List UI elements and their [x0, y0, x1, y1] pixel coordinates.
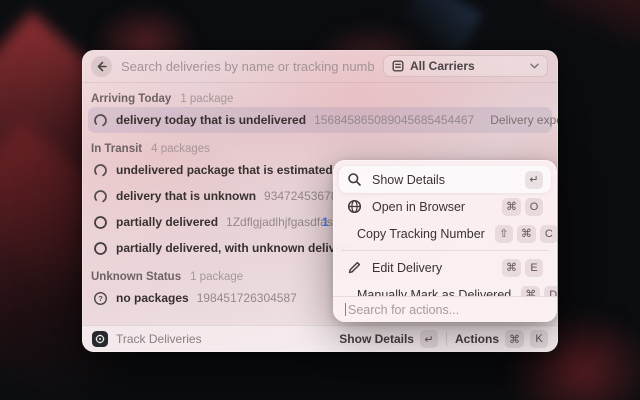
cmd-key-badge: ⌘	[502, 259, 521, 277]
delivery-status: Delivery expected today	[490, 113, 558, 127]
carrier-filter-dropdown[interactable]: All Carriers	[383, 55, 548, 77]
section-title: In Transit	[91, 143, 142, 155]
desktop: All Carriers Arriving Today 1 package de…	[0, 0, 640, 400]
arrow-left-icon	[96, 61, 107, 72]
section-header-arriving-today: Arriving Today 1 package	[88, 83, 552, 107]
tracking-number: 198451726304587	[197, 291, 297, 305]
delivery-title: no packages	[116, 291, 189, 305]
progress-circle-icon	[92, 163, 108, 178]
menu-separator	[341, 250, 549, 251]
search-header: All Carriers	[82, 50, 558, 83]
menu-item-label: Edit Delivery	[372, 261, 442, 275]
menu-item-label: Copy Tracking Number	[357, 227, 485, 241]
circle-icon	[92, 215, 108, 230]
actions-menu-button[interactable]: Actions ⌘ K	[455, 330, 548, 348]
delivery-title: delivery that is unknown	[116, 189, 256, 203]
section-count: 4 packages	[151, 143, 210, 155]
shortcut-keys: ↵	[525, 171, 543, 189]
actions-search-input[interactable]	[348, 303, 545, 317]
delivery-title: delivery today that is undelivered	[116, 113, 306, 127]
svg-text:?: ?	[98, 294, 103, 303]
action-bar: Track Deliveries Show Details ↵ Actions …	[82, 325, 558, 352]
cmd-key-badge: ⌘	[505, 330, 524, 348]
carrier-filter-label: All Carriers	[410, 59, 475, 73]
menu-item-copy-tracking-number[interactable]: Copy Tracking Number ⇧ ⌘ C	[339, 220, 551, 247]
shift-key-badge: ⇧	[495, 225, 513, 243]
cmd-key-badge: ⌘	[502, 198, 521, 216]
actions-panel: Show Details ↵ Open in Browser ⌘ O Copy …	[333, 160, 557, 322]
menu-item-edit-delivery[interactable]: Edit Delivery ⌘ E	[339, 254, 551, 281]
delivery-title: partially delivered	[116, 215, 218, 229]
section-count: 1 package	[180, 93, 233, 105]
shortcut-keys: ⌘ E	[502, 259, 543, 277]
c-key-badge: C	[540, 225, 557, 243]
list-item-delivery-today[interactable]: delivery today that is undelivered 15684…	[88, 107, 552, 133]
footer-divider	[446, 332, 447, 346]
k-key-badge: K	[530, 330, 548, 348]
menu-item-label: Show Details	[372, 173, 445, 187]
text-caret	[345, 303, 346, 316]
section-title: Unknown Status	[91, 271, 181, 283]
chevron-down-icon	[530, 63, 539, 69]
menu-item-show-details[interactable]: Show Details ↵	[339, 166, 551, 193]
return-key-badge: ↵	[525, 171, 543, 189]
e-key-badge: E	[525, 259, 543, 277]
progress-circle-icon	[92, 189, 108, 204]
question-circle-icon: ?	[92, 291, 108, 306]
section-count: 1 package	[190, 271, 243, 283]
tracking-number: 156845865089045685454467	[314, 113, 474, 127]
progress-circle-icon	[92, 113, 108, 128]
o-key-badge: O	[525, 198, 543, 216]
accessory-count: 1	[322, 215, 329, 229]
cmd-key-badge: ⌘	[517, 225, 536, 243]
primary-action-label: Show Details	[339, 332, 414, 346]
shortcut-keys: ⇧ ⌘ C	[495, 225, 557, 243]
primary-action-button[interactable]: Show Details ↵	[339, 330, 438, 348]
extension-icon	[92, 331, 108, 347]
globe-icon	[347, 199, 362, 214]
actions-label: Actions	[455, 332, 499, 346]
carrier-box-icon	[392, 60, 404, 72]
extension-name: Track Deliveries	[116, 332, 202, 346]
section-header-in-transit: In Transit 4 packages	[88, 133, 552, 157]
return-key-badge: ↵	[420, 330, 438, 348]
circle-icon	[92, 241, 108, 256]
shortcut-keys: ⌘ O	[502, 198, 543, 216]
menu-item-open-in-browser[interactable]: Open in Browser ⌘ O	[339, 193, 551, 220]
search-icon	[347, 172, 362, 187]
search-input[interactable]	[121, 59, 374, 74]
section-title: Arriving Today	[91, 93, 171, 105]
pencil-icon	[347, 260, 362, 275]
menu-item-label: Open in Browser	[372, 200, 465, 214]
actions-search-bar	[333, 296, 557, 322]
back-button[interactable]	[91, 56, 112, 77]
